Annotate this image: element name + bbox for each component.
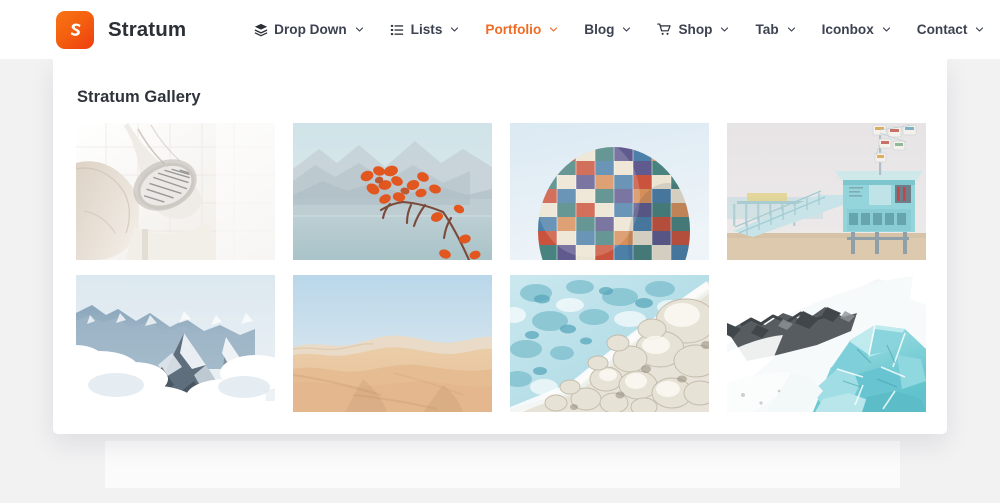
gallery-card: Stratum Gallery [53,59,947,434]
chevron-down-icon [450,25,459,34]
nav-item-label: Contact [916,22,968,37]
layers-icon [253,22,268,37]
cart-icon [657,22,672,37]
gallery-image [510,275,709,412]
lower-background-panel [105,441,900,488]
gallery-item[interactable]: Teal lifeguard tower on beach beside pie… [727,123,926,260]
nav-item-iconbox[interactable]: Iconbox [809,0,904,59]
gallery-image [727,275,926,412]
chevron-down-icon [882,25,891,34]
gallery-image [727,123,926,260]
nav-item-label: Iconbox [821,22,874,37]
brand-name: Stratum [108,17,187,41]
nav-item-label: Tab [755,22,779,37]
nav-item-shop[interactable]: Shop [644,0,742,59]
brand-logo-link[interactable]: Stratum [56,10,187,49]
stratum-s-logo-icon [56,10,94,49]
chevron-down-icon [549,25,558,34]
gallery-item[interactable]: Desert sand dunes under clear pale blue … [293,275,492,412]
gallery-image [76,275,275,412]
nav-item-portfolio[interactable]: Portfolio [472,0,571,59]
gallery-item[interactable]: Orange autumn branch with leaves over mi… [293,123,492,260]
gallery-image [510,123,709,260]
chevron-down-icon [355,25,364,34]
gallery-item[interactable]: Glacier with turquoise ice blocks and da… [727,275,926,412]
nav-item-tab[interactable]: Tab [742,0,808,59]
chevron-down-icon [622,25,631,34]
page-title: Stratum Gallery [77,88,201,106]
gallery-item[interactable]: White tiled Gaudi-style architectural cu… [76,123,275,260]
nav-item-label: Portfolio [485,22,542,37]
chevron-down-icon [975,25,984,34]
gallery-item[interactable]: Colorful checkered hot air balloon again… [510,123,709,260]
nav-item-label: Shop [678,22,713,37]
nav-item-drop-down[interactable]: Drop Down [240,0,377,59]
gallery-item[interactable]: Aerial view of turquoise water meeting w… [510,275,709,412]
gallery-grid: White tiled Gaudi-style architectural cu… [76,123,926,412]
gallery-item[interactable]: Snow covered mountain peaks rising above… [76,275,275,412]
main-navigation: Drop Down Lists Portfolio Blog Shop Tab … [240,0,997,59]
site-header: Stratum Drop Down Lists Portfolio Blog S… [0,0,1000,59]
nav-item-label: Drop Down [274,22,347,37]
nav-item-contact[interactable]: Contact [904,0,998,59]
list-icon [390,22,405,37]
nav-item-label: Blog [584,22,615,37]
gallery-image [76,123,275,260]
gallery-image [293,123,492,260]
nav-item-blog[interactable]: Blog [571,0,644,59]
gallery-image [293,275,492,412]
chevron-down-icon [720,25,729,34]
nav-item-label: Lists [410,22,443,37]
nav-item-lists[interactable]: Lists [377,0,473,59]
chevron-down-icon [787,25,796,34]
